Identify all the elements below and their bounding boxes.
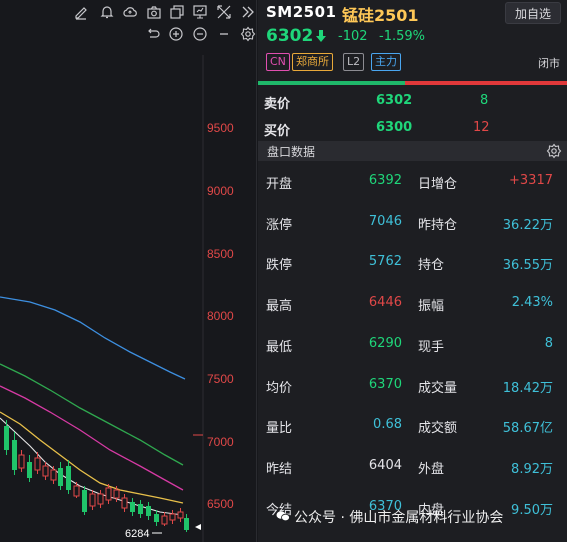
candle-body xyxy=(177,511,184,519)
candle-body xyxy=(50,469,57,481)
ma-green-line xyxy=(0,363,184,466)
stat-label: 最高 xyxy=(266,299,293,314)
stat-label: 昨持仓 xyxy=(418,218,458,233)
bid-volume: 12 xyxy=(473,120,490,135)
stat-value: 6392 xyxy=(368,173,402,188)
axis-label-7000: 7000 xyxy=(207,435,234,449)
symbol-name: 锰硅2501 xyxy=(342,6,419,25)
candle-body xyxy=(130,502,135,512)
candle-body xyxy=(34,457,41,471)
stat-label: 持仓 xyxy=(418,258,445,273)
candle-body xyxy=(161,515,168,525)
axis-label-9000: 9000 xyxy=(207,184,234,198)
stat-value: 7046 xyxy=(368,214,402,229)
kline-plot[interactable]: 9500 9000 8500 8000 7500 7000 6500 6284 xyxy=(0,0,257,542)
stat-value: 6404 xyxy=(368,458,402,473)
tag-cn: CN xyxy=(266,53,290,71)
bid-ratio-bar xyxy=(258,81,405,85)
price-change-percent: -1.59% xyxy=(379,29,425,44)
candle-body xyxy=(18,454,25,469)
panel-title: 盘口数据 xyxy=(267,145,316,159)
ask-label: 卖价 xyxy=(264,97,291,112)
candle-body xyxy=(89,493,96,507)
tag-l2: L2 xyxy=(343,53,365,71)
stat-value: +3317 xyxy=(509,173,553,188)
stat-label: 现手 xyxy=(418,340,445,355)
candle-body xyxy=(184,518,189,530)
candle-body xyxy=(82,490,87,512)
stat-label: 成交量 xyxy=(418,381,458,396)
candle-body xyxy=(73,485,80,497)
stat-value: 8.92万 xyxy=(511,462,553,477)
stat-value: 2.43% xyxy=(511,295,553,310)
stat-value: 36.22万 xyxy=(502,218,553,233)
stat-label: 量比 xyxy=(266,421,293,436)
market-data-panel-header: 盘口数据 xyxy=(258,141,567,161)
candle-body xyxy=(146,506,151,516)
candle-body xyxy=(105,487,112,501)
stat-value: 6290 xyxy=(368,336,402,351)
candle-body xyxy=(4,426,9,450)
candle-body xyxy=(66,466,71,490)
stat-label: 日增仓 xyxy=(418,177,458,192)
axis-label-9500: 9500 xyxy=(207,121,234,135)
stat-label: 成交额 xyxy=(418,421,458,436)
stat-label: 振幅 xyxy=(418,299,445,314)
candlesticks xyxy=(4,420,189,532)
candle-body xyxy=(42,465,49,477)
axis-label-8500: 8500 xyxy=(207,247,234,261)
symbol-code: SM2501 xyxy=(266,3,337,21)
candle-body xyxy=(113,489,120,499)
market-status: 闭市 xyxy=(538,57,560,70)
stat-label: 最低 xyxy=(266,340,293,355)
stat-label: 昨结 xyxy=(266,462,293,477)
stat-value: 0.68 xyxy=(373,417,402,432)
ma-yellow-line xyxy=(0,411,184,504)
stat-value: 36.55万 xyxy=(502,258,553,273)
tag-main-contract: 主力 xyxy=(371,53,401,71)
candle-body xyxy=(169,513,176,521)
candle-body xyxy=(27,462,32,478)
settings-icon[interactable] xyxy=(546,143,562,159)
stat-value: 6446 xyxy=(368,295,402,310)
stat-label: 外盘 xyxy=(418,462,445,477)
candle-body xyxy=(97,493,104,505)
candle-body xyxy=(138,504,143,514)
price-change: -102 xyxy=(338,29,368,44)
orderbook-ask-row[interactable]: 卖价 6302 8 xyxy=(258,88,567,114)
watermark-text: 公众号 · 佛山市金属材料行业协会 xyxy=(294,510,504,526)
axis-label-7500: 7500 xyxy=(207,372,234,386)
ask-volume: 8 xyxy=(480,93,489,108)
last-price: 6302 xyxy=(266,26,314,46)
stat-value: 18.42万 xyxy=(502,381,553,396)
candle-body xyxy=(121,497,128,509)
axis-label-8000: 8000 xyxy=(207,309,234,323)
candle-body xyxy=(154,514,159,522)
kline-chart-pane[interactable]: 9500 9000 8500 8000 7500 7000 6500 6284 xyxy=(0,0,257,542)
stat-value: 6370 xyxy=(368,377,402,392)
stat-value: 58.67亿 xyxy=(502,421,553,436)
add-watchlist-button[interactable]: 加自选 xyxy=(505,2,561,24)
axis-label-6500: 6500 xyxy=(207,497,234,511)
candle-body xyxy=(58,468,63,486)
current-price-pointer xyxy=(195,524,201,530)
bid-price: 6300 xyxy=(376,120,413,135)
candle-body xyxy=(12,440,17,470)
ask-ratio-bar xyxy=(405,81,567,85)
ask-price: 6302 xyxy=(376,93,413,108)
stat-label: 开盘 xyxy=(266,177,293,192)
arrow-down-icon xyxy=(316,30,326,42)
stat-label: 均价 xyxy=(266,381,293,396)
tag-exchange: 郑商所 xyxy=(292,53,333,71)
stat-value: 5762 xyxy=(368,254,402,269)
stat-label: 涨停 xyxy=(266,218,293,233)
stat-value: 8 xyxy=(544,336,553,351)
low-price-marker: 6284 xyxy=(125,528,149,540)
orderbook-bid-row[interactable]: 买价 6300 12 xyxy=(258,115,567,141)
bid-label: 买价 xyxy=(264,124,291,139)
stat-label: 跌停 xyxy=(266,258,293,273)
ma-blue-line xyxy=(0,296,186,380)
quote-panel: SM2501 锰硅2501 加自选 6302 -102 -1.59% CN 郑商… xyxy=(258,0,567,542)
wechat-icon xyxy=(276,511,290,522)
